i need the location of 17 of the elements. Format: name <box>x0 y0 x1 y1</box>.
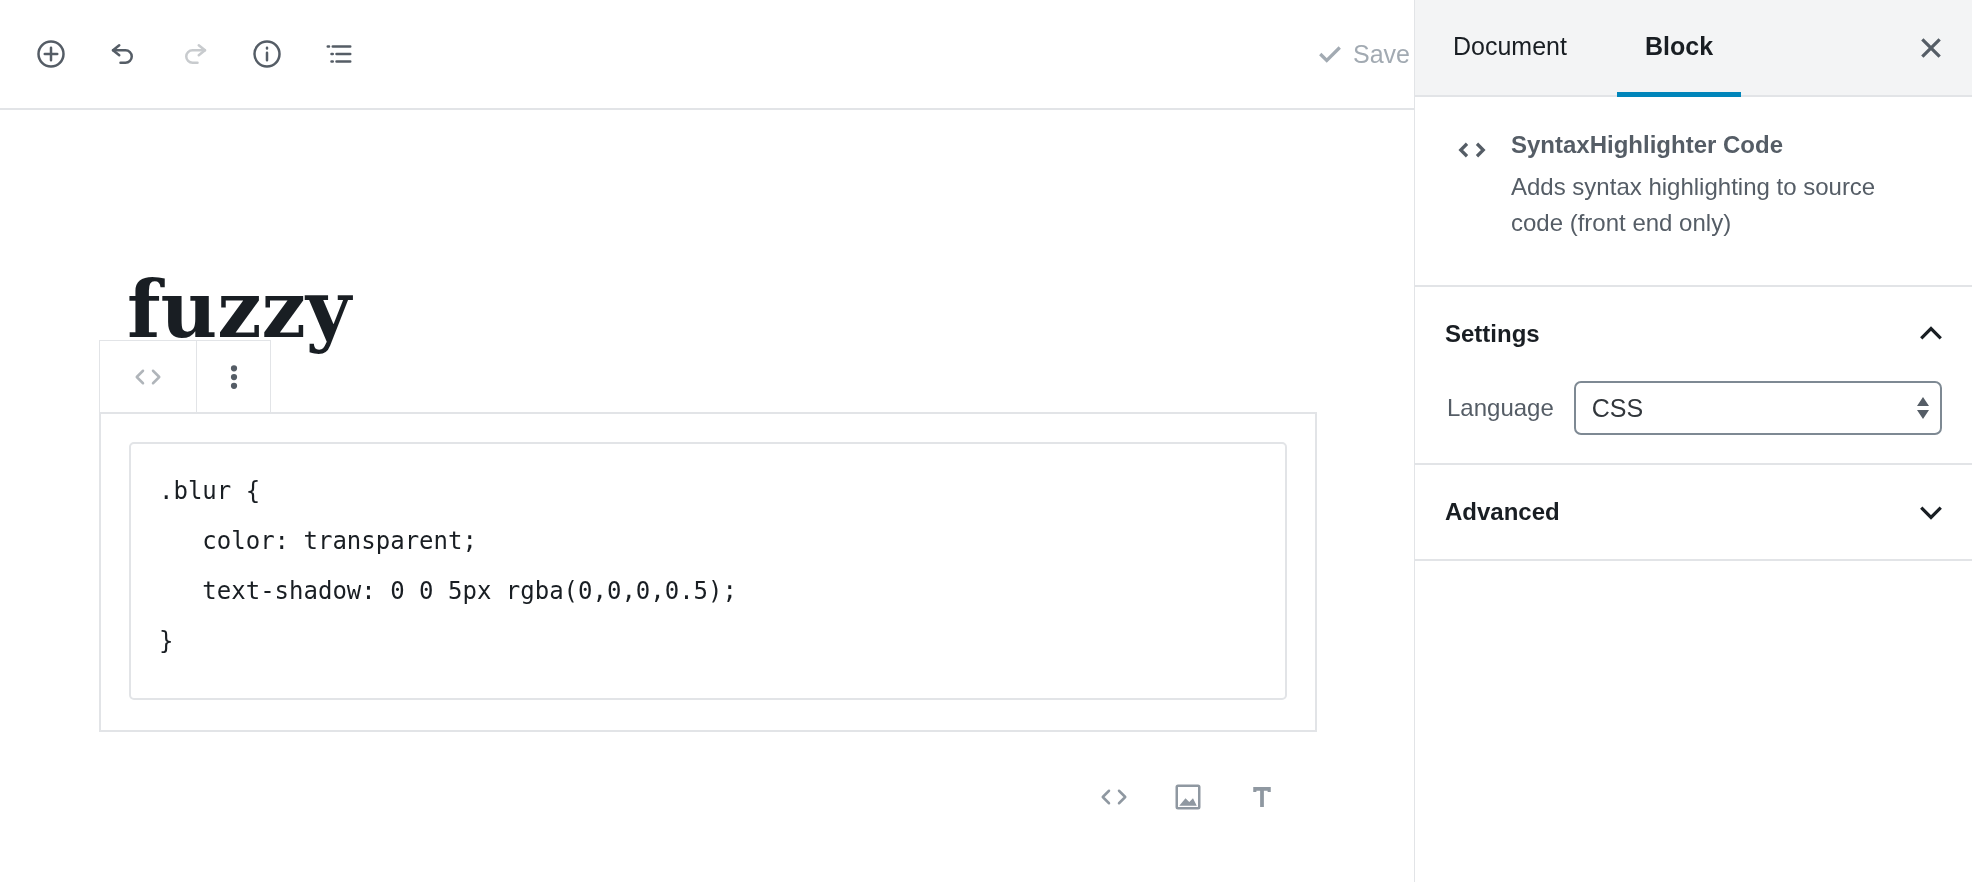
code-line: text-shadow: 0 0 5px rgba(0,0,0,0.5); <box>201 576 738 607</box>
sidebar-tab[interactable]: Block <box>1616 0 1742 97</box>
sidebar-tab[interactable]: Document <box>1431 0 1589 97</box>
block-description: Adds syntax highlighting to source code (front end only) <box>1511 172 1877 238</box>
code-line: color: transparent; <box>201 526 478 557</box>
panel-header[interactable]: Settings <box>1415 287 1972 381</box>
code-line: .blur { <box>159 476 262 507</box>
image-icon[interactable] <box>1173 782 1203 812</box>
code-line: } <box>159 626 175 657</box>
block-title: SyntaxHighlighter Code <box>1511 131 1785 159</box>
panel-header[interactable]: Advanced <box>1415 465 1972 559</box>
language-select[interactable]: CSS <box>1573 381 1942 435</box>
info-icon[interactable] <box>252 39 282 69</box>
add-icon[interactable] <box>36 39 66 69</box>
stepper-icon <box>1916 395 1930 421</box>
field-label: Language <box>1447 394 1554 422</box>
code-editor[interactable]: .blur { color: transparent; text-shadow: 0 0 5px rgba(0,0,0,0.5); } <box>129 442 1287 700</box>
